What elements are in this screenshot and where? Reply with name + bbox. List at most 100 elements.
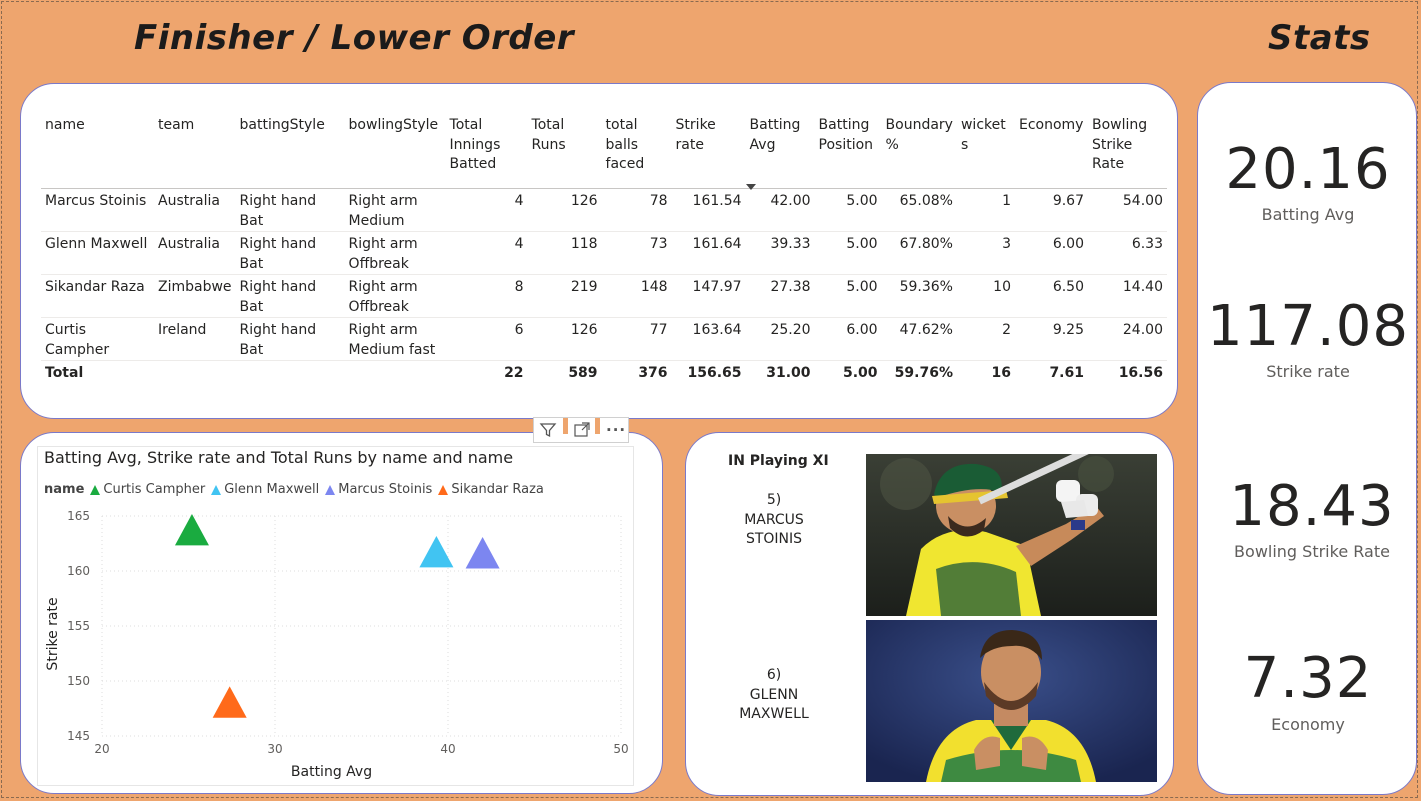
total-cell: 7.61 <box>1014 360 1088 387</box>
card-bowling-strike-rate-label: Bowling Strike Rate <box>1234 542 1390 561</box>
table-cell: 14.40 <box>1087 274 1167 318</box>
data-point[interactable] <box>174 513 209 546</box>
table-header-row: name team battingStyle bowlingStyle Total In… <box>41 112 1167 190</box>
table-cell: 59.36% <box>881 274 957 318</box>
table-row[interactable]: Glenn Maxwell Australia Right hand Bat Righ… <box>41 231 1167 275</box>
column-header[interactable]: Batting Position <box>814 112 882 189</box>
page-title: Finisher / Lower Order <box>134 18 575 58</box>
table-cell: Marcus Stoinis <box>41 188 154 232</box>
table-cell: 6.00 <box>814 317 882 361</box>
column-header[interactable]: wicket s <box>956 112 1015 189</box>
x-tick-label: 40 <box>440 742 455 756</box>
column-header[interactable]: Batting Avg <box>745 112 815 190</box>
x-tick-label: 20 <box>94 742 109 756</box>
table-row[interactable]: Marcus Stoinis Australia Right hand Bat Rig… <box>41 188 1167 232</box>
card-strike-rate-label: Strike rate <box>1266 362 1350 381</box>
table-cell: 65.08% <box>881 188 957 232</box>
card-strike-rate-value: 117.08 <box>1207 294 1409 359</box>
card-bowling-strike-rate-value: 18.43 <box>1229 474 1395 539</box>
y-tick-label: 165 <box>67 509 90 523</box>
toolbar-accent <box>563 418 568 434</box>
player-2-label: 6) GLENN MAXWELL <box>739 667 809 722</box>
more-options-icon[interactable]: ... <box>606 417 626 435</box>
table-cell: 126 <box>527 188 602 232</box>
column-header[interactable]: battingStyle <box>235 112 345 189</box>
table-cell: 5.00 <box>814 188 882 232</box>
table-cell: 1 <box>956 188 1015 232</box>
table-cell: 163.64 <box>671 317 746 361</box>
table-cell: Right arm Offbreak <box>344 231 446 275</box>
column-header[interactable]: Bowling Strike Rate <box>1087 112 1167 189</box>
column-header[interactable]: bowlingStyle <box>344 112 446 189</box>
table-cell: 4 <box>445 188 528 232</box>
legend-item[interactable]: Glenn Maxwell <box>211 482 319 497</box>
table-cell: 6.33 <box>1087 231 1167 275</box>
player-photo-marcus-stoinis <box>866 454 1157 616</box>
table-cell: Australia <box>154 231 236 275</box>
column-header[interactable]: Boundary % <box>881 112 957 189</box>
triangle-marker-icon <box>211 484 222 495</box>
toolbar-accent <box>595 418 600 434</box>
table-cell: 6 <box>445 317 528 361</box>
table-cell: 9.67 <box>1014 188 1088 232</box>
y-tick-label: 145 <box>67 729 90 743</box>
players-table[interactable]: name team battingStyle bowlingStyle Total In… <box>41 112 1167 387</box>
legend-item[interactable]: Marcus Stoinis <box>325 482 432 497</box>
table-row[interactable]: Curtis Campher Ireland Right hand Bat Right… <box>41 317 1167 361</box>
table-cell: 73 <box>601 231 672 275</box>
x-axis-title: Batting Avg <box>291 764 372 780</box>
table-cell: Right arm Offbreak <box>344 274 446 318</box>
filter-icon[interactable] <box>539 421 557 443</box>
table-cell: 9.25 <box>1014 317 1088 361</box>
playing-xi-title: IN Playing XI <box>728 453 829 469</box>
column-header[interactable]: Strike rate <box>671 112 746 189</box>
legend-title: name <box>44 482 85 497</box>
column-header[interactable]: Economy <box>1014 112 1088 189</box>
y-tick-label: 150 <box>67 674 90 688</box>
table-cell: 3 <box>956 231 1015 275</box>
legend-item[interactable]: Curtis Campher <box>90 482 205 497</box>
table-panel: name team battingStyle bowlingStyle Total In… <box>20 83 1178 419</box>
legend-items: Curtis Campher Glenn Maxwell Marcus Stoini… <box>90 482 550 497</box>
column-header[interactable]: Total Innings Batted <box>445 112 528 189</box>
legend-label: Marcus Stoinis <box>338 482 433 497</box>
triangle-marker-icon <box>325 484 336 495</box>
table-cell: 6.50 <box>1014 274 1088 318</box>
column-header[interactable]: Total Runs <box>527 112 602 189</box>
table-cell: Glenn Maxwell <box>41 231 154 275</box>
total-cell: 59.76% <box>881 360 957 387</box>
total-cell <box>344 360 446 387</box>
total-cell: 589 <box>527 360 602 387</box>
table-cell: 25.20 <box>745 317 815 361</box>
table-row[interactable]: Sikandar Raza Zimbabwe Right hand Bat Right… <box>41 274 1167 318</box>
total-cell: 22 <box>445 360 528 387</box>
total-cell: Total <box>41 360 154 387</box>
table-cell: Right hand Bat <box>235 231 345 275</box>
column-header[interactable]: total balls faced <box>601 112 672 189</box>
table-cell: Australia <box>154 188 236 232</box>
table-cell: Right hand Bat <box>235 274 345 318</box>
total-cell <box>235 360 345 387</box>
legend-label: Sikandar Raza <box>451 482 544 497</box>
column-header[interactable]: name <box>41 112 154 189</box>
focus-mode-icon[interactable] <box>573 421 591 443</box>
player-1-label: 5) MARCUS STOINIS <box>744 492 804 547</box>
data-point[interactable] <box>212 686 247 718</box>
table-cell: Curtis Campher <box>41 317 154 361</box>
total-cell: 376 <box>601 360 672 387</box>
table-cell: Sikandar Raza <box>41 274 154 318</box>
card-economy-value: 7.32 <box>1243 646 1373 711</box>
table-cell: 6.00 <box>1014 231 1088 275</box>
table-cell: 27.38 <box>745 274 815 318</box>
data-point[interactable] <box>465 537 500 569</box>
table-cell: 2 <box>956 317 1015 361</box>
total-cell: 31.00 <box>745 360 815 387</box>
column-header[interactable]: team <box>154 112 236 189</box>
sort-descending-icon[interactable] <box>745 184 756 190</box>
legend-item[interactable]: Sikandar Raza <box>438 482 544 497</box>
table-total-row: Total 22 589 376 156.65 31.00 5.00 59.76% 16 7.61… <box>41 360 1167 387</box>
card-batting-avg-label: Batting Avg <box>1261 205 1355 224</box>
table-cell: 47.62% <box>881 317 957 361</box>
y-tick-label: 155 <box>67 619 90 633</box>
chart-title: Batting Avg, Strike rate and Total Runs … <box>44 448 514 467</box>
